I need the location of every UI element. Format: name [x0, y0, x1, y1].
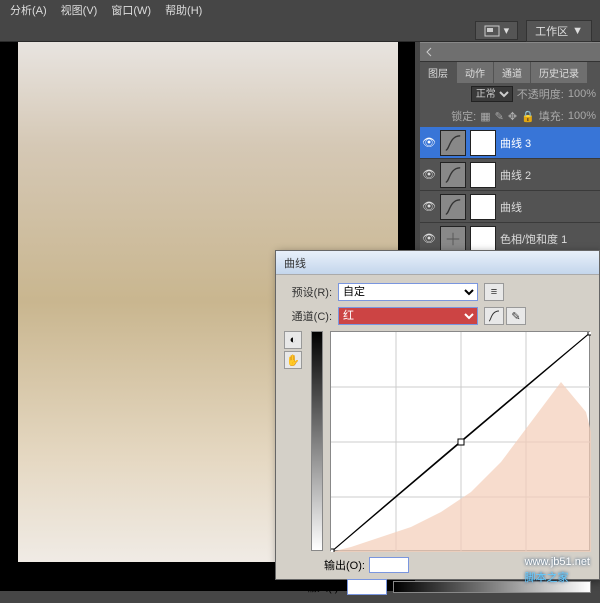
output-label: 输出(O): — [324, 557, 365, 573]
watermark-text: 脚本之家 — [525, 572, 569, 584]
visibility-icon[interactable]: 👁 — [422, 200, 436, 214]
menu-analyze[interactable]: 分析(A) — [4, 0, 53, 20]
lock-pixels-icon[interactable]: ✎ — [495, 110, 504, 123]
panel-collapse-bar[interactable] — [420, 42, 600, 62]
visibility-icon[interactable]: 👁 — [422, 168, 436, 182]
layer-mask-thumb[interactable] — [470, 130, 496, 156]
panel-tabs: 图层 动作 通道 历史记录 — [420, 62, 600, 83]
channel-label: 通道(C): — [284, 308, 332, 324]
fill-value[interactable]: 100% — [568, 110, 596, 122]
curves-adjustment-icon — [440, 130, 466, 156]
chevron-left-icon — [424, 47, 434, 57]
menu-window[interactable]: 窗口(W) — [105, 0, 157, 20]
workspace-button[interactable]: 工作区 ▼ — [526, 20, 592, 42]
layer-row[interactable]: 👁 曲线 3 — [420, 127, 600, 159]
chevron-down-icon: ▾ — [504, 24, 510, 37]
channel-row: 通道(C): 红 ✎ — [284, 307, 591, 325]
layer-name: 曲线 — [500, 199, 522, 215]
menubar: 分析(A) 视图(V) 窗口(W) 帮助(H) — [0, 0, 600, 20]
curve-handle[interactable] — [331, 549, 334, 552]
layer-name: 曲线 2 — [500, 167, 531, 183]
layer-row[interactable]: 👁 曲线 — [420, 191, 600, 223]
fill-label: 填充: — [539, 108, 564, 124]
curves-dialog: 曲线 预设(R): 自定 ≡ 通道(C): 红 ✎ ◐ ✋ — [275, 250, 600, 580]
preset-menu-button[interactable]: ≡ — [484, 283, 504, 301]
channel-select[interactable]: 红 — [338, 307, 478, 325]
tab-layers[interactable]: 图层 — [420, 62, 456, 83]
lock-label: 锁定: — [451, 108, 476, 124]
output-gradient — [311, 331, 323, 551]
preset-label: 预设(R): — [284, 284, 332, 300]
output-field[interactable] — [369, 557, 409, 573]
preset-select[interactable]: 自定 — [338, 283, 478, 301]
opacity-value[interactable]: 100% — [568, 88, 596, 100]
menu-help[interactable]: 帮助(H) — [159, 0, 208, 20]
tab-channels[interactable]: 通道 — [494, 62, 530, 83]
layer-mask-thumb[interactable] — [470, 226, 496, 252]
layer-name: 曲线 3 — [500, 135, 531, 151]
input-field[interactable] — [347, 579, 387, 595]
layers-list: 👁 曲线 3 👁 曲线 2 👁 曲线 👁 色相/饱和度 1 — [420, 127, 600, 255]
opacity-label: 不透明度: — [517, 86, 564, 102]
lock-row: 锁定: ▦ ✎ ✥ 🔒 填充: 100% — [420, 105, 600, 127]
chevron-down-icon: ▼ — [572, 25, 583, 37]
lock-all-icon[interactable]: 🔒 — [521, 110, 535, 123]
panels-dock: 图层 动作 通道 历史记录 正常 不透明度: 100% 锁定: ▦ ✎ ✥ 🔒 … — [420, 42, 600, 255]
point-tool-button[interactable]: ◐ — [284, 331, 302, 349]
hand-tool-button[interactable]: ✋ — [284, 351, 302, 369]
layer-mask-thumb[interactable] — [470, 162, 496, 188]
screen-mode-button[interactable]: ▾ — [475, 21, 519, 40]
screen-icon — [484, 25, 500, 37]
curves-adjustment-icon — [440, 194, 466, 220]
preset-row: 预设(R): 自定 ≡ — [284, 283, 591, 301]
blend-mode-select[interactable]: 正常 — [471, 86, 513, 102]
tab-actions[interactable]: 动作 — [457, 62, 493, 83]
curve-handle[interactable] — [458, 439, 464, 445]
watermark: www.jb51.net 脚本之家 — [525, 556, 590, 585]
curve-graph[interactable] — [330, 331, 590, 551]
visibility-icon[interactable]: 👁 — [422, 136, 436, 150]
lock-transparent-icon[interactable]: ▦ — [480, 110, 490, 123]
huesat-adjustment-icon — [440, 226, 466, 252]
layer-mask-thumb[interactable] — [470, 194, 496, 220]
input-label: 输入(I): — [306, 579, 341, 595]
lock-position-icon[interactable]: ✥ — [508, 110, 517, 123]
curve-area: ◐ ✋ — [284, 331, 591, 551]
menu-view[interactable]: 视图(V) — [55, 0, 104, 20]
tab-history[interactable]: 历史记录 — [531, 62, 587, 83]
curves-adjustment-icon — [440, 162, 466, 188]
curve-handle[interactable] — [588, 332, 591, 335]
curve-tool-button[interactable] — [484, 307, 504, 325]
workspace-label: 工作区 — [535, 23, 568, 39]
watermark-url: www.jb51.net — [525, 556, 590, 568]
options-bar: ▾ 工作区 ▼ — [0, 20, 600, 42]
layer-name: 色相/饱和度 1 — [500, 231, 567, 247]
layer-row[interactable]: 👁 曲线 2 — [420, 159, 600, 191]
blend-row: 正常 不透明度: 100% — [420, 83, 600, 105]
dialog-title[interactable]: 曲线 — [276, 251, 599, 275]
visibility-icon[interactable]: 👁 — [422, 232, 436, 246]
pencil-tool-button[interactable]: ✎ — [506, 307, 526, 325]
